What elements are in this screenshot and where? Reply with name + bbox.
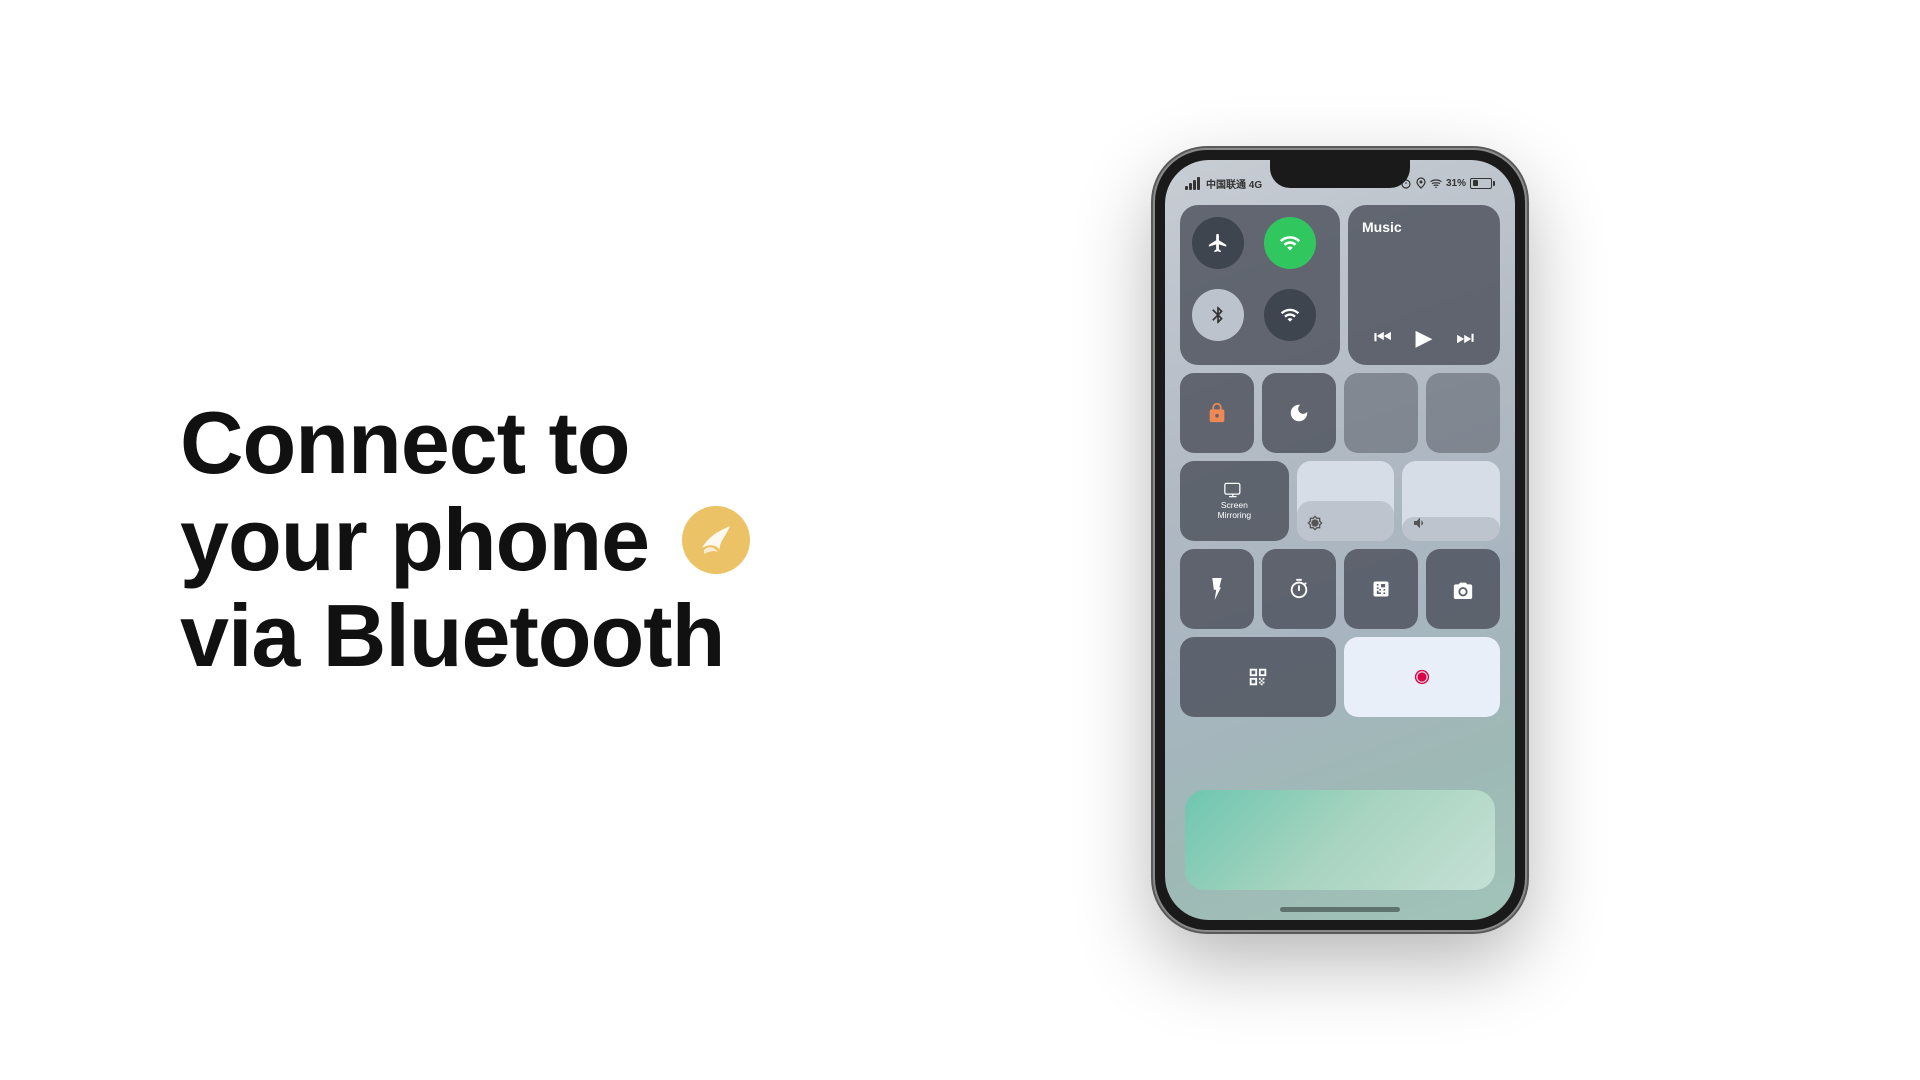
qr-code-button[interactable] xyxy=(1180,637,1336,717)
home-indicator xyxy=(1280,907,1400,912)
wifi-toggle-button[interactable] xyxy=(1264,217,1316,269)
right-section: 中国联通 4G 31% xyxy=(760,0,1920,1080)
play-pause-button[interactable]: ▶ xyxy=(1416,325,1433,351)
extra-tile-2 xyxy=(1426,373,1500,453)
status-right: 31% xyxy=(1400,177,1495,189)
airplane-mode-button[interactable] xyxy=(1192,217,1244,269)
brightness-icon xyxy=(1307,515,1323,531)
cc-music-panel: Music ⏮ ▶ ⏭ xyxy=(1348,205,1500,365)
timer-button[interactable] xyxy=(1262,549,1336,629)
brightness-slider[interactable] xyxy=(1297,461,1395,541)
bluetooth-button[interactable] xyxy=(1192,289,1244,341)
screen-record-button[interactable] xyxy=(1344,637,1500,717)
extra-tile-1 xyxy=(1344,373,1418,453)
left-section: Connect to your phone via Bluetooth xyxy=(0,395,760,685)
signal-bars xyxy=(1185,177,1200,190)
phone-frame: 中国联通 4G 31% xyxy=(1155,150,1525,930)
swift-bird-icon xyxy=(682,506,750,574)
status-left: 中国联通 4G xyxy=(1185,176,1262,191)
control-center: Music ⏮ ▶ ⏭ xyxy=(1180,205,1500,860)
heading-line3: via Bluetooth xyxy=(180,586,724,685)
cc-connectivity-panel xyxy=(1180,205,1340,365)
calculator-button[interactable] xyxy=(1344,549,1418,629)
lock-rotation-button[interactable] xyxy=(1180,373,1254,453)
heading-line2: your phone xyxy=(180,490,649,589)
camera-button[interactable] xyxy=(1426,549,1500,629)
signal-bar-1 xyxy=(1185,186,1188,190)
carrier-label: 中国联通 4G xyxy=(1206,176,1262,191)
music-controls: ⏮ ▶ ⏭ xyxy=(1362,325,1486,351)
volume-icon xyxy=(1412,515,1428,531)
cc-slider-row: ScreenMirroring xyxy=(1180,461,1500,541)
prev-track-button[interactable]: ⏮ xyxy=(1374,327,1392,350)
signal-bar-3 xyxy=(1193,180,1196,190)
screen-mirror-button[interactable]: ScreenMirroring xyxy=(1180,461,1289,541)
next-track-button[interactable]: ⏭ xyxy=(1456,327,1474,350)
cellular-button[interactable] xyxy=(1264,289,1316,341)
cc-mid-row-1 xyxy=(1180,373,1500,453)
battery-icon xyxy=(1470,178,1495,189)
wifi-status-icon xyxy=(1430,178,1442,188)
heading-line1: Connect to xyxy=(180,393,630,492)
signal-bar-4 xyxy=(1197,177,1200,190)
location-icon xyxy=(1416,177,1426,189)
music-title: Music xyxy=(1362,219,1486,235)
cc-top-row: Music ⏮ ▶ ⏭ xyxy=(1180,205,1500,365)
do-not-disturb-button[interactable] xyxy=(1262,373,1336,453)
battery-percentage: 31% xyxy=(1446,178,1466,189)
flashlight-button[interactable] xyxy=(1180,549,1254,629)
cc-bottom-row-2 xyxy=(1180,637,1500,717)
phone-screen: 中国联通 4G 31% xyxy=(1165,160,1515,920)
volume-slider[interactable] xyxy=(1402,461,1500,541)
main-heading: Connect to your phone via Bluetooth xyxy=(180,395,760,685)
phone-notch xyxy=(1270,160,1410,188)
signal-bar-2 xyxy=(1189,183,1192,190)
screen-mirror-label: ScreenMirroring xyxy=(1218,500,1252,520)
cc-bottom-row-1 xyxy=(1180,549,1500,629)
